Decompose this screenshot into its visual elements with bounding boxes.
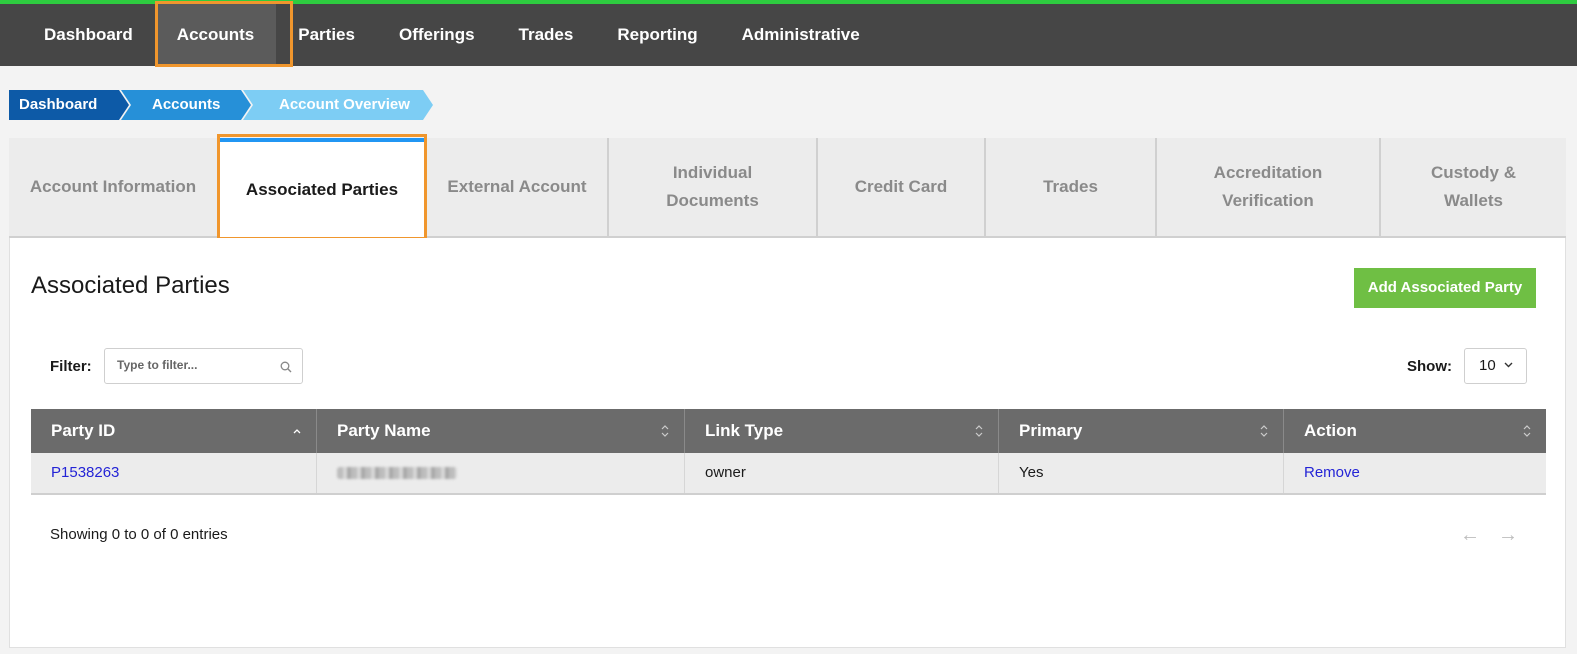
- sort-icon: [975, 425, 983, 437]
- previous-page-arrow-icon[interactable]: ←: [1460, 524, 1480, 547]
- filter-field: [104, 348, 303, 384]
- tab-label: Account Information: [29, 177, 197, 196]
- tab-external-account[interactable]: External Account: [427, 138, 609, 238]
- show-label: Show:: [1407, 358, 1452, 375]
- table-header: Party ID Party Name Link Type Primary Ac…: [31, 409, 1546, 453]
- add-associated-party-button[interactable]: Add Associated Party: [1354, 268, 1536, 308]
- tab-individual-documents[interactable]: Individual Documents: [609, 138, 818, 238]
- nav-item-administrative[interactable]: Administrative: [720, 4, 882, 66]
- nav-item-accounts[interactable]: Accounts: [154, 4, 277, 66]
- tab-label: External Account: [447, 177, 587, 196]
- tab-associated-parties[interactable]: Associated Parties: [219, 138, 427, 238]
- search-icon: [280, 361, 292, 373]
- redacted-party-name: [337, 467, 457, 480]
- tab-accreditation-verification[interactable]: Accreditation Verification: [1157, 138, 1381, 238]
- sort-icon: [1523, 425, 1531, 437]
- breadcrumb-dashboard-label: Dashboard: [19, 96, 98, 113]
- page-title: Associated Parties: [31, 272, 230, 299]
- filter-label: Filter:: [50, 358, 92, 375]
- breadcrumb-dashboard[interactable]: Dashboard: [9, 90, 129, 120]
- page-size-select[interactable]: 10: [1464, 348, 1527, 384]
- sort-icon: [1260, 425, 1268, 437]
- cell-action: Remove: [1284, 453, 1546, 493]
- remove-link[interactable]: Remove: [1304, 464, 1360, 481]
- sort-icon: [661, 425, 669, 437]
- column-header-label: Action: [1304, 421, 1357, 440]
- column-header-primary[interactable]: Primary: [999, 409, 1284, 453]
- tab-label: Custody & Wallets: [1431, 163, 1516, 210]
- column-header-label: Party Name: [337, 421, 431, 440]
- tab-trades[interactable]: Trades: [986, 138, 1157, 238]
- entries-info: Showing 0 to 0 of 0 entries: [50, 526, 228, 543]
- tab-custody-wallets[interactable]: Custody & Wallets: [1381, 138, 1566, 238]
- main-nav: Dashboard Accounts Parties Offerings Tra…: [0, 4, 1577, 66]
- party-id-link[interactable]: P1538263: [51, 464, 119, 481]
- tab-label: Accreditation Verification: [1213, 163, 1323, 210]
- next-page-arrow-icon[interactable]: →: [1498, 524, 1518, 547]
- breadcrumb-accounts-label: Accounts: [152, 96, 221, 113]
- column-header-label: Link Type: [705, 421, 784, 440]
- cell-party-id: P1538263: [31, 453, 317, 493]
- column-header-party-name[interactable]: Party Name: [317, 409, 685, 453]
- tab-label: Individual Documents: [666, 163, 759, 210]
- filter-input[interactable]: [117, 349, 277, 381]
- column-header-label: Primary: [1019, 421, 1083, 440]
- chevron-down-icon: [1504, 362, 1513, 368]
- breadcrumb-account-overview-label: Account Overview: [279, 96, 410, 113]
- cell-link-type: owner: [685, 453, 999, 493]
- breadcrumb: Dashboard Accounts Account Overview: [9, 90, 433, 120]
- cell-party-name: [317, 453, 685, 493]
- column-header-party-id[interactable]: Party ID: [31, 409, 317, 453]
- breadcrumb-account-overview[interactable]: Account Overview: [243, 90, 433, 120]
- associated-parties-panel: Associated Parties Add Associated Party …: [9, 238, 1566, 648]
- nav-item-parties[interactable]: Parties: [276, 4, 377, 66]
- nav-item-offerings[interactable]: Offerings: [377, 4, 497, 66]
- page-size-value: 10: [1479, 357, 1496, 374]
- tab-label: Trades: [1043, 177, 1098, 196]
- column-header-action[interactable]: Action: [1284, 409, 1546, 453]
- tab-label: Credit Card: [854, 177, 948, 196]
- breadcrumb-accounts[interactable]: Accounts: [121, 90, 251, 120]
- cell-primary: Yes: [999, 453, 1284, 493]
- top-navigation-bar: Dashboard Accounts Parties Offerings Tra…: [0, 0, 1577, 66]
- tab-credit-card[interactable]: Credit Card: [818, 138, 986, 238]
- table-row: P1538263 owner Yes Remove: [31, 453, 1546, 495]
- account-tabs: Account Information Associated Parties E…: [9, 138, 1566, 238]
- nav-item-dashboard[interactable]: Dashboard: [22, 4, 155, 66]
- tab-account-information[interactable]: Account Information: [9, 138, 219, 238]
- tab-label: Associated Parties: [245, 180, 399, 199]
- associated-parties-table: Party ID Party Name Link Type Primary Ac…: [31, 409, 1546, 495]
- nav-item-trades[interactable]: Trades: [497, 4, 596, 66]
- column-header-label: Party ID: [51, 421, 116, 440]
- nav-item-reporting[interactable]: Reporting: [595, 4, 719, 66]
- column-header-link-type[interactable]: Link Type: [685, 409, 999, 453]
- sort-ascending-icon: [293, 429, 301, 434]
